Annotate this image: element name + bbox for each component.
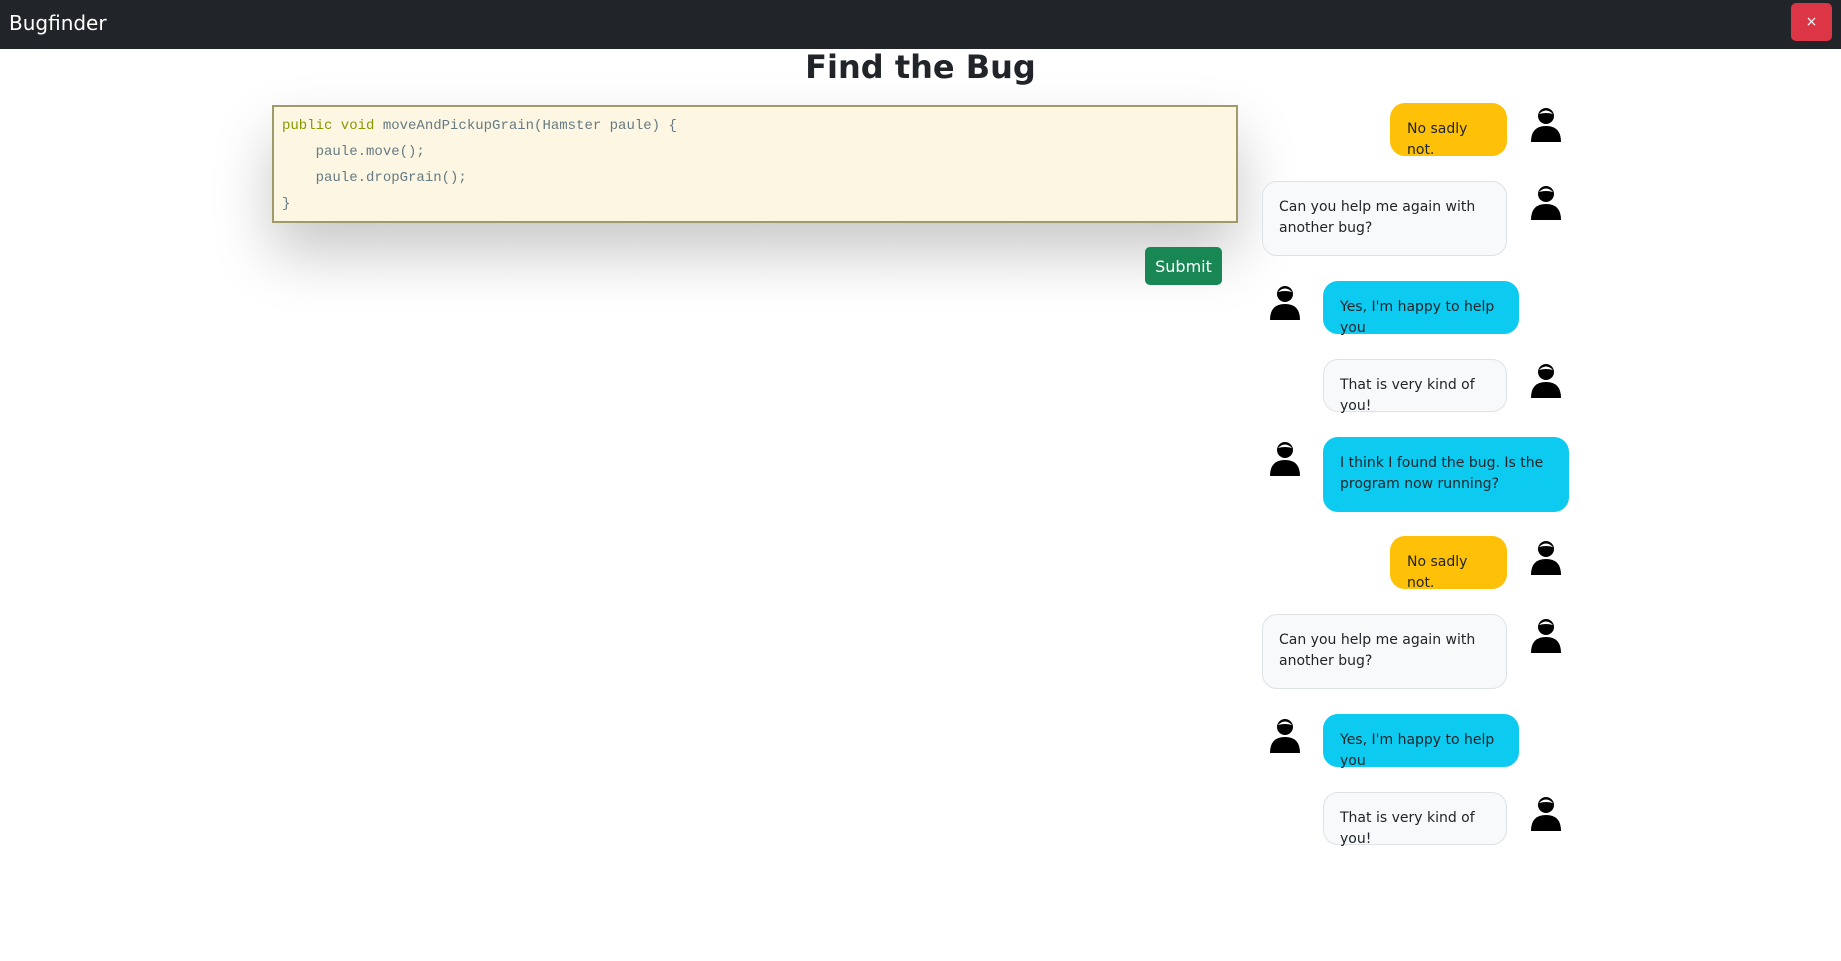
- code-text: }: [282, 196, 291, 212]
- person-icon: [1531, 541, 1561, 575]
- code-text: paule.dropGrain();: [282, 170, 467, 186]
- chat-message: Can you help me again with another bug?: [1262, 614, 1507, 689]
- chat-message: No sadly not.: [1390, 536, 1507, 591]
- page-title: Find the Bug: [805, 48, 1036, 86]
- code-line: public void moveAndPickupGrain(Hamster p…: [282, 113, 677, 139]
- person-icon: [1270, 286, 1300, 320]
- code-editor-card: public void moveAndPickupGrain(Hamster p…: [272, 105, 1238, 223]
- person-icon: [1531, 797, 1561, 831]
- person-icon: [1531, 186, 1561, 220]
- code-line: paule.move();: [282, 139, 425, 165]
- code-line: }: [282, 191, 290, 217]
- chat-panel: No sadly not. Can you help me again with…: [1262, 100, 1582, 860]
- person-icon: [1270, 442, 1300, 476]
- chat-message: Can you help me again with another bug?: [1262, 181, 1507, 256]
- chat-message: I think I found the bug. Is the program …: [1323, 437, 1569, 512]
- person-icon: [1531, 619, 1561, 653]
- person-icon: [1270, 719, 1300, 753]
- code-editor[interactable]: public void moveAndPickupGrain(Hamster p…: [272, 105, 1238, 223]
- code-text: moveAndPickupGrain(Hamster paule) {: [374, 118, 677, 134]
- chat-message: No sadly not.: [1390, 103, 1507, 158]
- app-brand[interactable]: Bugfinder: [9, 11, 107, 35]
- chat-message: Yes, I'm happy to help you: [1323, 714, 1519, 769]
- person-icon: [1531, 364, 1561, 398]
- chat-message: Yes, I'm happy to help you: [1323, 281, 1519, 336]
- top-navbar: Bugfinder ×: [0, 0, 1841, 49]
- chat-message: That is very kind of you!: [1323, 359, 1507, 414]
- close-button[interactable]: ×: [1791, 3, 1832, 41]
- code-text: paule.move();: [282, 144, 425, 160]
- person-icon: [1531, 108, 1561, 142]
- code-line: paule.dropGrain();: [282, 165, 467, 191]
- submit-button[interactable]: Submit: [1145, 247, 1222, 285]
- chat-message: That is very kind of you!: [1323, 792, 1507, 847]
- code-keyword: public void: [282, 118, 375, 134]
